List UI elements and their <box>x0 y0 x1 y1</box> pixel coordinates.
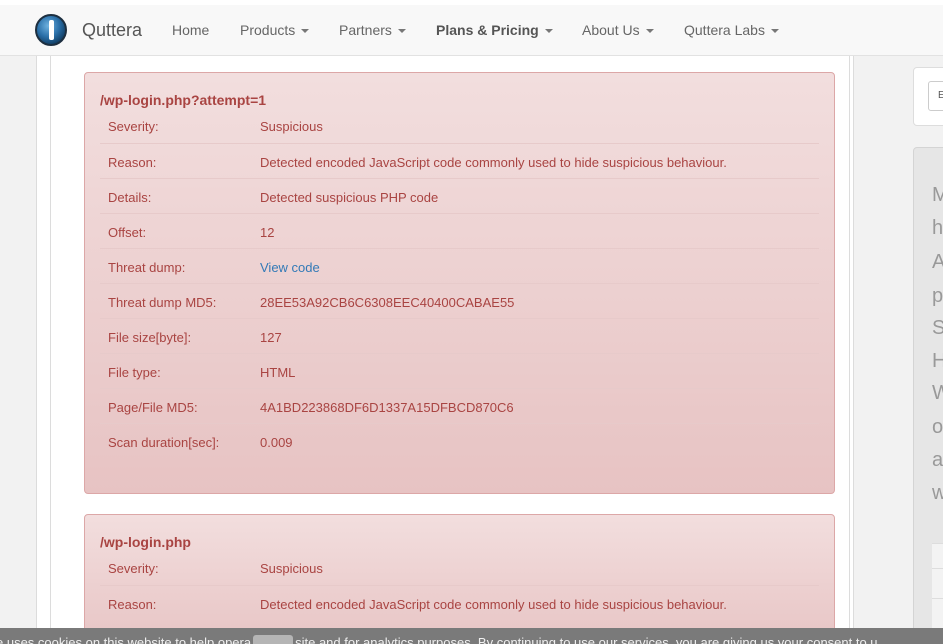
view-code-link[interactable]: View code <box>260 260 320 275</box>
quttera-logo-icon[interactable] <box>35 14 67 46</box>
sidebar-text-fragment: p <box>932 285 943 307</box>
nav-products[interactable]: Products <box>240 22 310 38</box>
threat-row-details: Details: Detected suspicious PHP code <box>100 178 819 213</box>
nav-about-us[interactable]: About Us <box>582 22 654 38</box>
threat-row-offset: Offset: 12 <box>100 213 819 248</box>
threat-row-severity: Severity: Suspicious <box>108 119 323 134</box>
sidebar-table-divider <box>932 598 943 599</box>
caret-down-icon <box>645 29 654 34</box>
threat-panel: /wp-login.php Severity: Suspicious Reaso… <box>84 514 835 644</box>
caret-down-icon <box>770 29 779 34</box>
sidebar-text-fragment: o <box>932 416 943 438</box>
threat-row-dump-md5: Threat dump MD5: 28EE53A92CB6C6308EEC404… <box>100 283 819 318</box>
nav-quttera-labs[interactable]: Quttera Labs <box>684 22 779 38</box>
threat-file-path: /wp-login.php <box>100 534 191 550</box>
nav-plans-pricing[interactable]: Plans & Pricing <box>436 22 553 38</box>
sidebar-text-fragment: A <box>932 251 943 273</box>
nav-home[interactable]: Home <box>172 22 209 38</box>
sidebar-input[interactable]: E <box>928 81 943 111</box>
threat-row-reason: Reason: Detected encoded JavaScript code… <box>100 585 819 620</box>
sidebar-text-fragment: w <box>932 482 943 504</box>
threat-row-severity: Severity: Suspicious <box>108 561 323 576</box>
threat-row-file-size: File size[byte]: 127 <box>100 318 819 353</box>
sidebar-text-fragment: H <box>932 350 943 372</box>
sidebar-text-fragment: h <box>932 217 943 239</box>
threat-row-dump: Threat dump: View code <box>100 248 819 283</box>
threat-row-file-type: File type: HTML <box>100 353 819 388</box>
threat-panel: /wp-login.php?attempt=1 Severity: Suspic… <box>84 72 835 494</box>
sidebar-text-fragment: S <box>932 317 943 339</box>
threat-row-scan-duration: Scan duration[sec]: 0.009 <box>100 423 819 458</box>
sidebar-text-fragment: a <box>932 449 943 471</box>
sidebar-text-fragment: M <box>932 184 943 206</box>
nav-partners[interactable]: Partners <box>339 22 406 38</box>
caret-down-icon <box>397 29 406 34</box>
navbar: Quttera Home Products Partners Plans & P… <box>0 5 943 56</box>
cookie-accept-button[interactable] <box>253 635 294 644</box>
brand-name[interactable]: Quttera <box>82 20 142 41</box>
threat-row-page-md5: Page/File MD5: 4A1BD223868DF6D1337A15DFB… <box>100 388 819 423</box>
sidebar-text-fragment: W <box>932 382 943 404</box>
cookie-consent-bar: e uses cookies on this website to help o… <box>0 628 943 644</box>
cookie-consent-text: e uses cookies on this website to help o… <box>0 635 878 644</box>
caret-down-icon <box>544 29 553 34</box>
threat-row-reason: Reason: Detected encoded JavaScript code… <box>100 143 819 178</box>
threat-file-path: /wp-login.php?attempt=1 <box>100 92 267 108</box>
sidebar-table-divider <box>932 568 943 569</box>
caret-down-icon <box>301 29 310 34</box>
